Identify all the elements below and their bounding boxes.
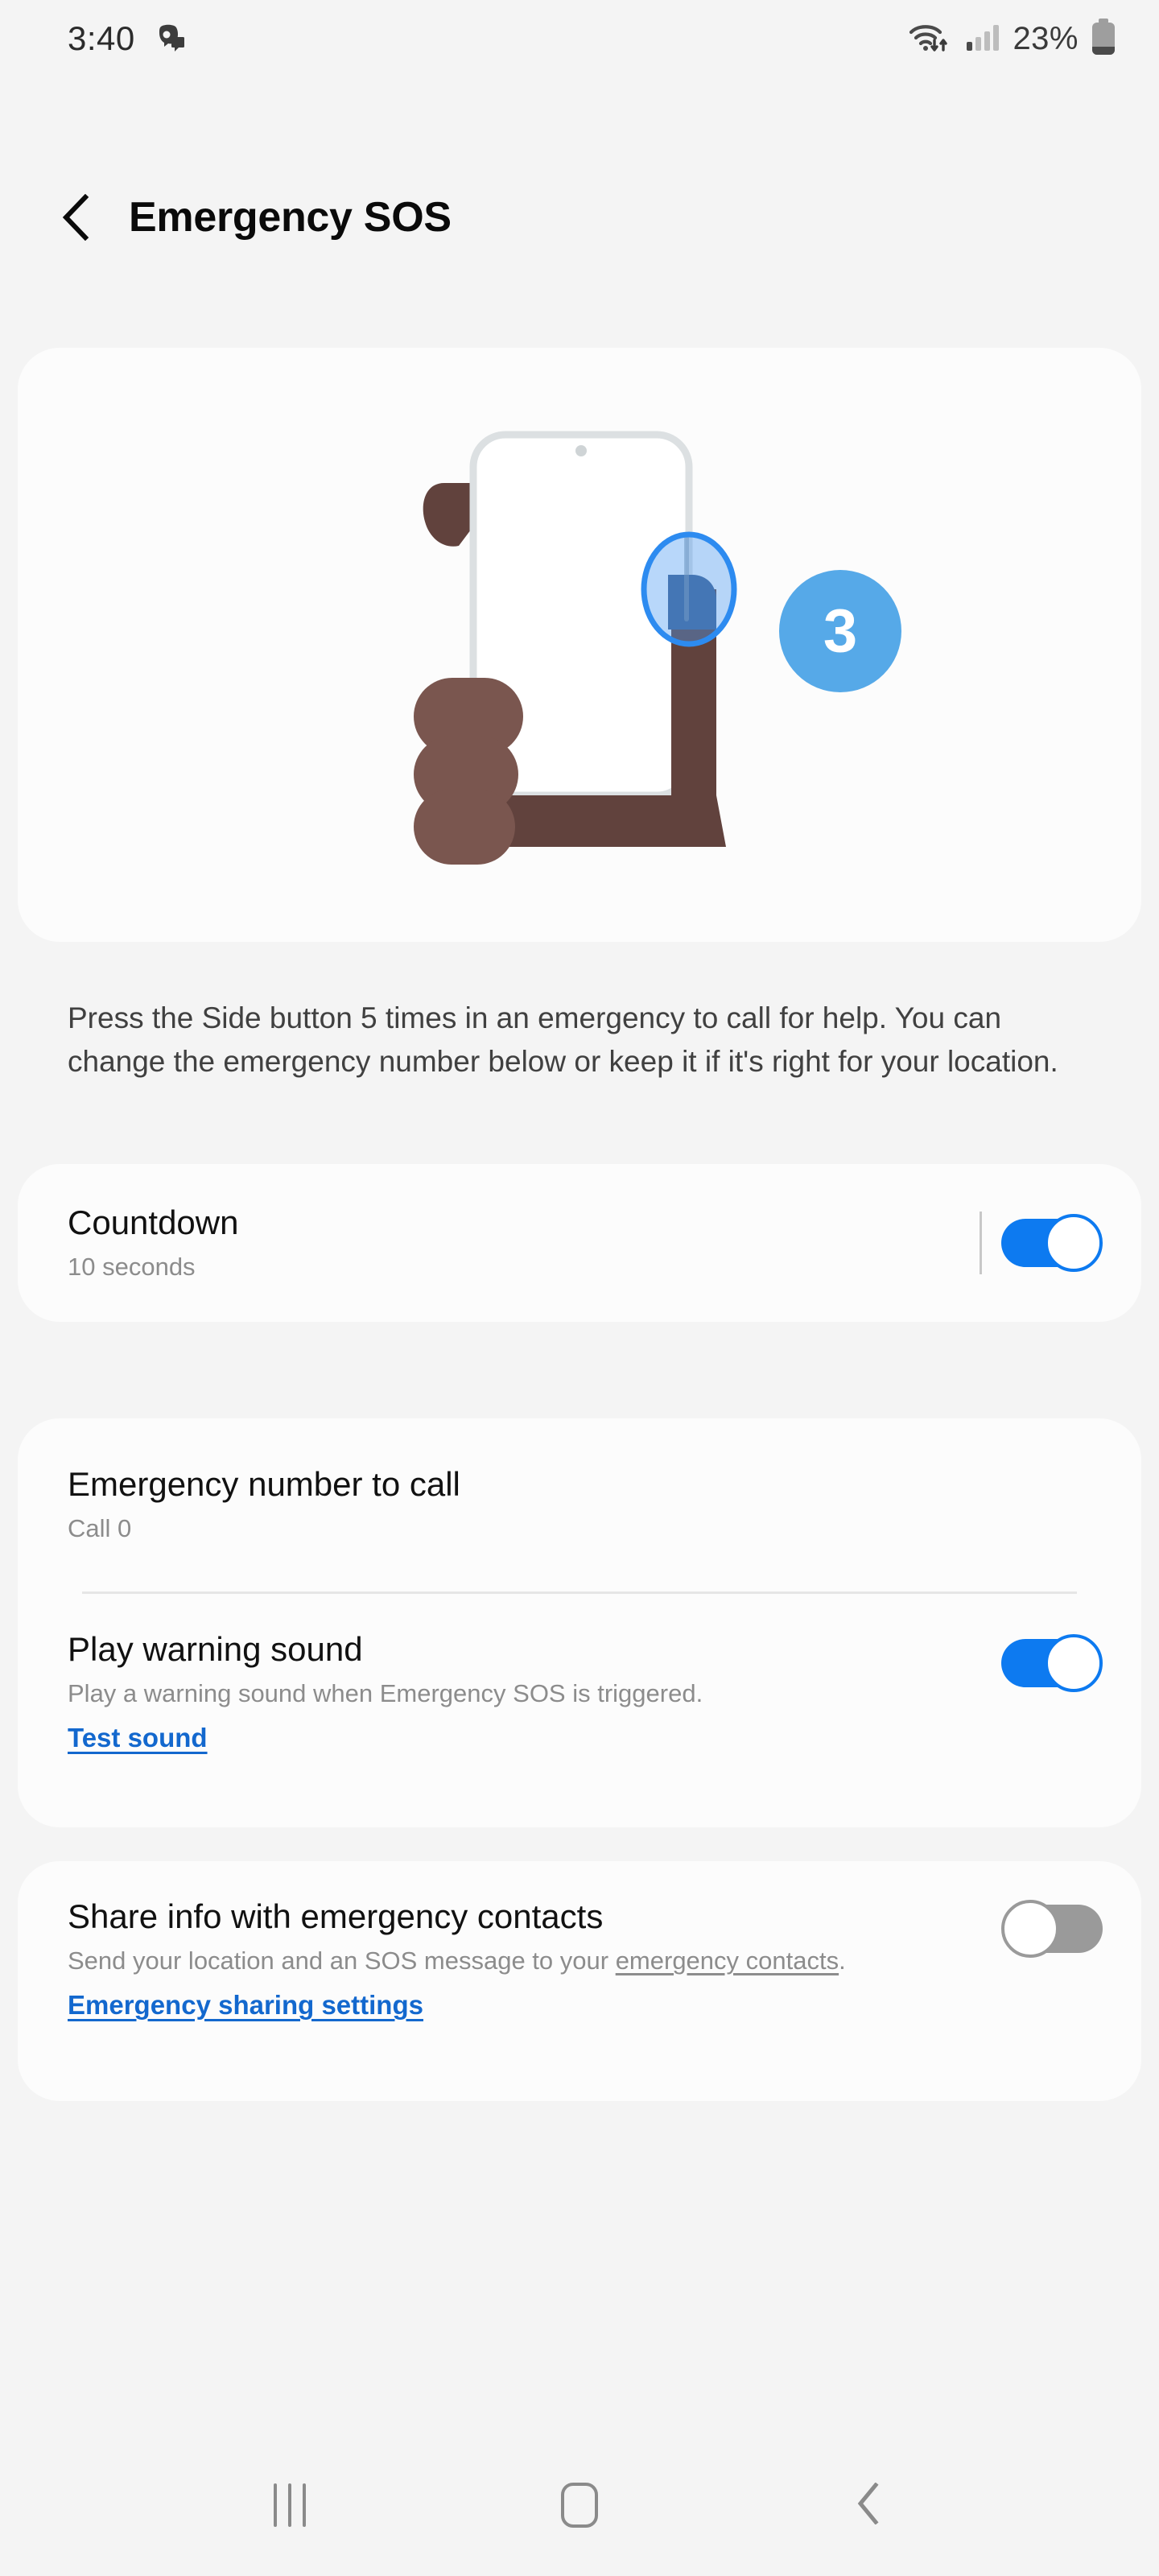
back-icon bbox=[853, 2481, 885, 2529]
countdown-row[interactable]: Countdown 10 seconds bbox=[18, 1164, 1141, 1322]
share-info-subtitle-after: . bbox=[839, 1946, 846, 1975]
emergency-number-texts: Emergency number to call Call 0 bbox=[68, 1464, 460, 1545]
share-info-subtitle-before: Send your location and an SOS message to… bbox=[68, 1946, 616, 1975]
play-warning-sound-toggle[interactable] bbox=[1001, 1634, 1103, 1692]
phone-screen: 3:40 23% Emergency SOS 3 Press the Side … bbox=[0, 0, 1159, 2576]
share-info-title: Share info with emergency contacts bbox=[68, 1897, 604, 1935]
share-info-row[interactable]: Share info with emergency contacts Send … bbox=[18, 1861, 1141, 2101]
share-info-subtitle: Send your location and an SOS message to… bbox=[68, 1946, 846, 1977]
countdown-card[interactable]: Countdown 10 seconds bbox=[18, 1164, 1141, 1322]
hand-pressing-side-button-illustration: 3 bbox=[18, 348, 1141, 942]
cellular-signal-icon bbox=[964, 19, 1001, 59]
battery-percentage: 23% bbox=[1013, 20, 1079, 56]
share-info-toggle[interactable] bbox=[1001, 1900, 1103, 1958]
status-bar-right: 23% bbox=[908, 18, 1117, 60]
toggle-thumb bbox=[1045, 1214, 1103, 1272]
share-info-card[interactable]: Share info with emergency contacts Send … bbox=[18, 1861, 1141, 2101]
countdown-title: Countdown bbox=[68, 1203, 239, 1241]
countdown-texts: Countdown 10 seconds bbox=[68, 1203, 238, 1283]
countdown-subtitle: 10 seconds bbox=[68, 1253, 196, 1282]
status-bar-clock: 3:40 bbox=[68, 19, 135, 57]
back-button[interactable] bbox=[821, 2457, 918, 2553]
emergency-number-title: Emergency number to call bbox=[68, 1464, 460, 1503]
emergency-number-row[interactable]: Emergency number to call Call 0 bbox=[18, 1418, 1141, 1591]
status-bar-left: 3:40 bbox=[68, 19, 188, 59]
status-bar: 3:40 23% bbox=[0, 0, 1159, 77]
page-description: Press the Side button 5 times in an emer… bbox=[68, 1001, 1058, 1079]
home-button[interactable] bbox=[531, 2457, 628, 2553]
back-chevron-icon[interactable] bbox=[58, 194, 95, 241]
illustration-card: 3 bbox=[18, 348, 1141, 942]
toggle-divider bbox=[980, 1212, 982, 1274]
emergency-sharing-settings-link[interactable]: Emergency sharing settings bbox=[68, 1990, 423, 2021]
toggle-thumb bbox=[1001, 1900, 1059, 1958]
battery-low-icon bbox=[1090, 18, 1117, 60]
play-warning-sound-texts: Play warning sound Play a warning sound … bbox=[68, 1629, 703, 1753]
discord-notification-icon bbox=[153, 19, 188, 59]
emergency-options-card: Emergency number to call Call 0 Play war… bbox=[18, 1418, 1141, 1827]
emergency-contacts-inline-link[interactable]: emergency contacts bbox=[616, 1946, 839, 1975]
navigation-bar bbox=[0, 2434, 1159, 2576]
recents-icon bbox=[274, 2483, 306, 2527]
emergency-number-subtitle: Call 0 bbox=[68, 1514, 132, 1543]
play-warning-sound-title: Play warning sound bbox=[68, 1630, 363, 1668]
page-header: Emergency SOS bbox=[0, 161, 1159, 274]
share-info-texts: Share info with emergency contacts Send … bbox=[68, 1897, 846, 2021]
play-warning-sound-row[interactable]: Play warning sound Play a warning sound … bbox=[18, 1592, 1141, 1827]
toggle-thumb bbox=[1045, 1634, 1103, 1692]
test-sound-link[interactable]: Test sound bbox=[68, 1723, 208, 1753]
page-title: Emergency SOS bbox=[129, 194, 452, 241]
home-icon bbox=[561, 2483, 598, 2528]
counter-badge-number: 3 bbox=[823, 597, 857, 666]
wifi-with-data-transfer-icon bbox=[908, 19, 953, 59]
recents-button[interactable] bbox=[241, 2457, 338, 2553]
countdown-toggle[interactable] bbox=[1001, 1214, 1103, 1272]
play-warning-sound-subtitle: Play a warning sound when Emergency SOS … bbox=[68, 1679, 703, 1708]
